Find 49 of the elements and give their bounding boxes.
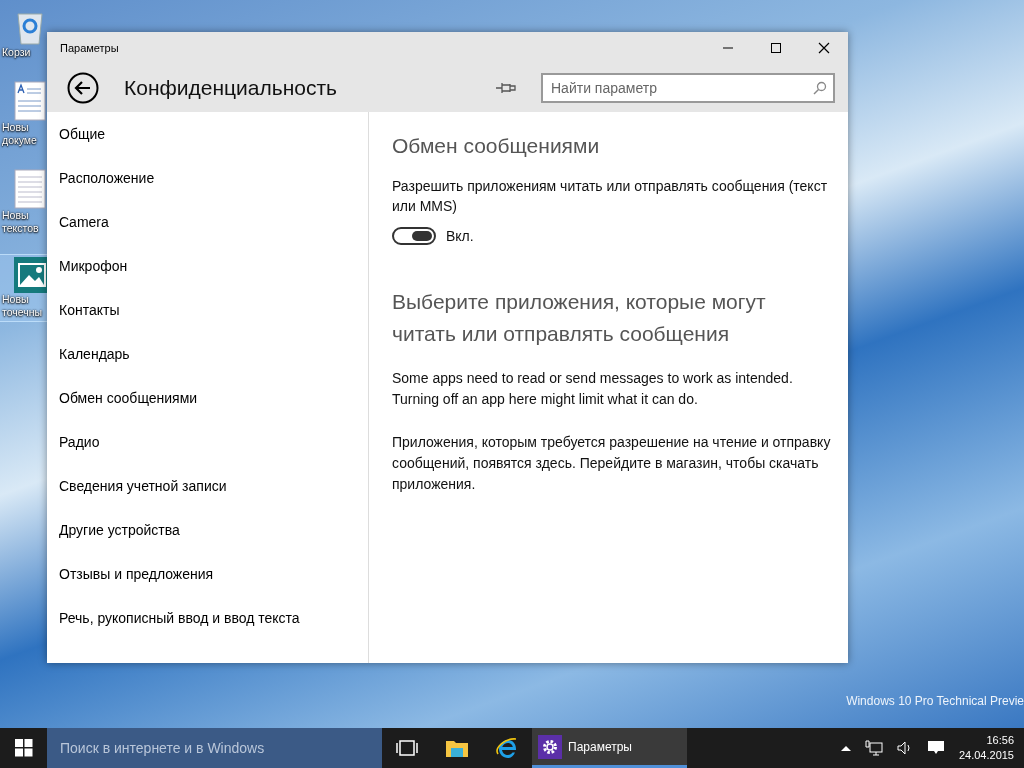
back-button[interactable] <box>67 71 99 104</box>
browser-icon <box>495 736 519 760</box>
windows-logo-icon <box>14 739 33 757</box>
search-icon <box>813 80 827 95</box>
desktop-icon-label: докуме <box>2 134 37 147</box>
desktop-icon-label: точечны <box>2 306 43 319</box>
caret-up-icon[interactable] <box>840 745 851 751</box>
network-icon[interactable] <box>864 740 883 756</box>
maximize-icon <box>770 41 782 54</box>
desktop-icon-label: Новы <box>2 209 29 222</box>
pin-icon[interactable] <box>495 80 517 95</box>
sidebar-item[interactable]: Расположение <box>47 164 368 208</box>
info-paragraph: Some apps need to read or send messages to work as intended. Turning off an app here might limit what it can do. <box>392 369 794 409</box>
section-heading: Обмен сообщениями <box>392 134 601 158</box>
desktop-icon-label: Корзи <box>2 46 31 59</box>
folder-icon <box>445 738 469 758</box>
clock-time: 16:56 <box>986 733 1014 748</box>
sidebar-item[interactable]: Другие устройства <box>47 516 368 560</box>
page-title: Конфиденциальность <box>124 75 338 100</box>
desktop-icon-label: Новы <box>2 121 29 134</box>
taskbar-app-button[interactable]: Параметры <box>532 728 687 768</box>
sidebar-item[interactable]: Общие <box>47 120 368 164</box>
speaker-icon[interactable] <box>896 740 913 756</box>
window-title: Параметры <box>59 41 120 54</box>
search-field[interactable]: Найти параметр <box>541 72 835 103</box>
setting-description: Разрешить приложениям читать или отправлять сообщения (текст или MMS) <box>392 177 829 216</box>
desktop-icon-label: Новы <box>2 293 29 306</box>
toggle-state-label: Вкл. <box>446 227 474 246</box>
clock-date: 24.04.2015 <box>958 748 1014 763</box>
sidebar-item[interactable]: Обмен сообщениями <box>47 384 368 428</box>
recycle-bin-icon <box>14 10 46 46</box>
desktop-icon-label: текстов <box>2 222 39 235</box>
sidebar-item[interactable]: Сведения учетной записи <box>47 472 368 516</box>
sidebar-item[interactable]: Отзывы и предложения <box>47 560 368 604</box>
gear-icon <box>538 734 562 759</box>
sidebar-item[interactable]: Радио <box>47 428 368 472</box>
message-icon[interactable] <box>926 740 945 756</box>
edition-text: Windows 10 Pro Technical Previe <box>846 694 1024 708</box>
sidebar-item[interactable]: Речь, рукописный ввод и ввод текста <box>47 604 368 648</box>
taskbar-search-field[interactable]: Поиск в интернете и в Windows <box>47 728 382 768</box>
sidebar-item[interactable]: Camera <box>47 208 368 252</box>
sidebar-item[interactable]: Календарь <box>47 340 368 384</box>
sidebar-item[interactable]: Микрофон <box>47 252 368 296</box>
info-paragraph: Приложения, которым требуется разрешение на чтение и отправку сообщений, появятся здесь. Перейдите в магазин, чтобы скачать приложения. <box>392 433 832 494</box>
sidebar-item[interactable]: Контакты <box>47 296 368 340</box>
section-heading: Выберите приложения, которые могут читать или отправлять сообщения <box>392 289 767 347</box>
toggle-switch[interactable] <box>392 227 436 245</box>
task-view-icon <box>396 740 418 756</box>
close-icon <box>818 41 830 54</box>
